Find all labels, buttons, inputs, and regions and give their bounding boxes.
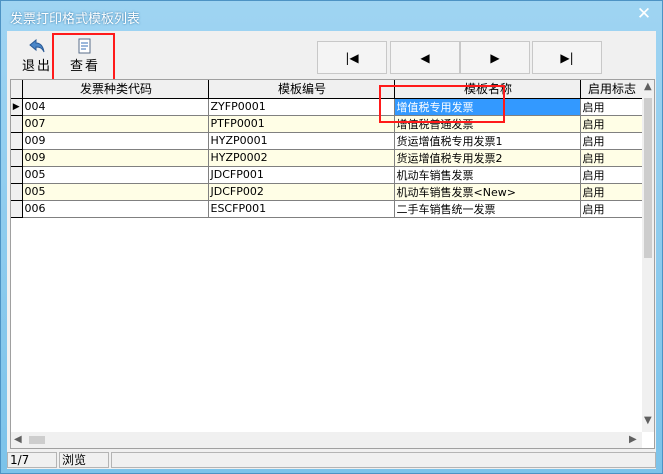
cell-enabled-flag[interactable]: 启用 bbox=[579, 114, 643, 133]
row-indicator[interactable] bbox=[11, 182, 23, 201]
first-record-button[interactable]: |◀ bbox=[317, 41, 387, 74]
cell-template-number[interactable]: JDCFP002 bbox=[207, 182, 395, 201]
row-indicator[interactable] bbox=[11, 199, 23, 218]
column-header-invoice-type-code[interactable]: 发票种类代码 bbox=[21, 80, 209, 99]
scroll-down-icon[interactable]: ▼ bbox=[644, 415, 652, 426]
cell-template-number[interactable]: ZYFP0001 bbox=[207, 97, 395, 116]
table-row[interactable]: 005 JDCFP002 机动车销售发票<New> 启用 bbox=[11, 182, 643, 201]
cell-template-name[interactable]: 机动车销售发票 bbox=[393, 165, 581, 184]
prev-record-button[interactable]: ◀ bbox=[390, 41, 460, 74]
row-indicator-header bbox=[11, 80, 23, 99]
table-row[interactable]: 009 HYZP0001 货运增值税专用发票1 启用 bbox=[11, 131, 643, 150]
cell-template-name[interactable]: 货运增值税专用发票2 bbox=[393, 148, 581, 167]
vertical-scrollbar[interactable]: ▲ ▼ bbox=[642, 80, 654, 432]
column-header-enabled-flag[interactable]: 启用标志 bbox=[579, 80, 643, 99]
cell-invoice-type-code[interactable]: 005 bbox=[21, 182, 209, 201]
horizontal-scroll-thumb[interactable] bbox=[29, 436, 45, 444]
row-indicator[interactable] bbox=[11, 131, 23, 150]
vertical-scroll-thumb[interactable] bbox=[644, 98, 652, 258]
scroll-right-icon[interactable]: ▶ bbox=[629, 434, 637, 445]
cell-enabled-flag[interactable]: 启用 bbox=[579, 182, 643, 201]
cell-enabled-flag[interactable]: 启用 bbox=[579, 165, 643, 184]
exit-label: 退出 bbox=[21, 59, 52, 74]
cell-enabled-flag[interactable]: 启用 bbox=[579, 97, 643, 116]
next-record-button[interactable]: ▶ bbox=[460, 41, 530, 74]
status-bar: 1/7 浏览 bbox=[7, 451, 656, 469]
cell-template-number[interactable]: HYZP0002 bbox=[207, 148, 395, 167]
view-label: 查看 bbox=[69, 59, 100, 74]
row-indicator[interactable]: ▶ bbox=[11, 97, 23, 116]
exit-button[interactable]: 退出 bbox=[17, 37, 57, 75]
table-row[interactable]: ▶ 004 ZYFP0001 增值税专用发票 启用 bbox=[11, 97, 643, 116]
row-indicator[interactable] bbox=[11, 148, 23, 167]
mode-indicator: 浏览 bbox=[59, 452, 109, 468]
cell-template-number[interactable]: ESCFP001 bbox=[207, 199, 395, 218]
table-row[interactable]: 005 JDCFP001 机动车销售发票 启用 bbox=[11, 165, 643, 184]
cell-template-number[interactable]: PTFP0001 bbox=[207, 114, 395, 133]
horizontal-scrollbar[interactable]: ◀ ▶ bbox=[11, 432, 642, 448]
cell-enabled-flag[interactable]: 启用 bbox=[579, 199, 643, 218]
cell-invoice-type-code[interactable]: 009 bbox=[21, 131, 209, 150]
scroll-up-icon[interactable]: ▲ bbox=[644, 81, 652, 92]
cell-invoice-type-code[interactable]: 007 bbox=[21, 114, 209, 133]
cell-invoice-type-code[interactable]: 005 bbox=[21, 165, 209, 184]
toolbar: 退出 查看 |◀ ◀ ▶ ▶| bbox=[7, 31, 656, 83]
table-row[interactable]: 006 ESCFP001 二手车销售统一发票 启用 bbox=[11, 199, 643, 218]
view-button[interactable]: 查看 bbox=[62, 37, 108, 75]
column-header-template-number[interactable]: 模板编号 bbox=[207, 80, 395, 99]
cell-template-name[interactable]: 机动车销售发票<New> bbox=[393, 182, 581, 201]
record-position: 1/7 bbox=[7, 452, 57, 468]
cell-enabled-flag[interactable]: 启用 bbox=[579, 148, 643, 167]
cell-template-name[interactable]: 增值税专用发票 bbox=[393, 97, 581, 116]
cell-invoice-type-code[interactable]: 004 bbox=[21, 97, 209, 116]
row-indicator[interactable] bbox=[11, 114, 23, 133]
exit-icon bbox=[17, 37, 57, 55]
table-row[interactable]: 007 PTFP0001 增值税普通发票 启用 bbox=[11, 114, 643, 133]
current-row-arrow-icon: ▶ bbox=[12, 101, 20, 112]
cell-enabled-flag[interactable]: 启用 bbox=[579, 131, 643, 150]
template-table: 发票种类代码 模板编号 模板名称 启用标志 ▶ 004 ZYFP0001 增值税专用发… bbox=[11, 80, 643, 218]
client-area: 退出 查看 |◀ ◀ ▶ ▶| 发票种类代码 模板编号 模板名称 启用标志 ▶ … bbox=[7, 31, 656, 469]
cell-template-name[interactable]: 货运增值税专用发票1 bbox=[393, 131, 581, 150]
column-header-template-name[interactable]: 模板名称 bbox=[393, 80, 581, 99]
table-row[interactable]: 009 HYZP0002 货运增值税专用发票2 启用 bbox=[11, 148, 643, 167]
cell-template-number[interactable]: JDCFP001 bbox=[207, 165, 395, 184]
title-bar[interactable]: 发票打印格式模板列表 ✕ bbox=[1, 1, 662, 31]
document-view-icon bbox=[62, 37, 108, 55]
cell-template-name[interactable]: 增值税普通发票 bbox=[393, 114, 581, 133]
scroll-left-icon[interactable]: ◀ bbox=[14, 434, 22, 445]
cell-template-name[interactable]: 二手车销售统一发票 bbox=[393, 199, 581, 218]
invoice-template-list-window: 发票打印格式模板列表 ✕ 退出 查看 |◀ ◀ ▶ ▶| 发票种类代码 模板编号… bbox=[0, 0, 663, 474]
close-button[interactable]: ✕ bbox=[629, 3, 659, 25]
cell-invoice-type-code[interactable]: 006 bbox=[21, 199, 209, 218]
window-title: 发票打印格式模板列表 bbox=[10, 12, 141, 27]
header-row: 发票种类代码 模板编号 模板名称 启用标志 bbox=[11, 80, 643, 99]
last-record-button[interactable]: ▶| bbox=[532, 41, 602, 74]
cell-template-number[interactable]: HYZP0001 bbox=[207, 131, 395, 150]
status-message bbox=[111, 452, 656, 468]
row-indicator[interactable] bbox=[11, 165, 23, 184]
template-grid[interactable]: 发票种类代码 模板编号 模板名称 启用标志 ▶ 004 ZYFP0001 增值税专用发… bbox=[10, 79, 655, 449]
cell-invoice-type-code[interactable]: 009 bbox=[21, 148, 209, 167]
